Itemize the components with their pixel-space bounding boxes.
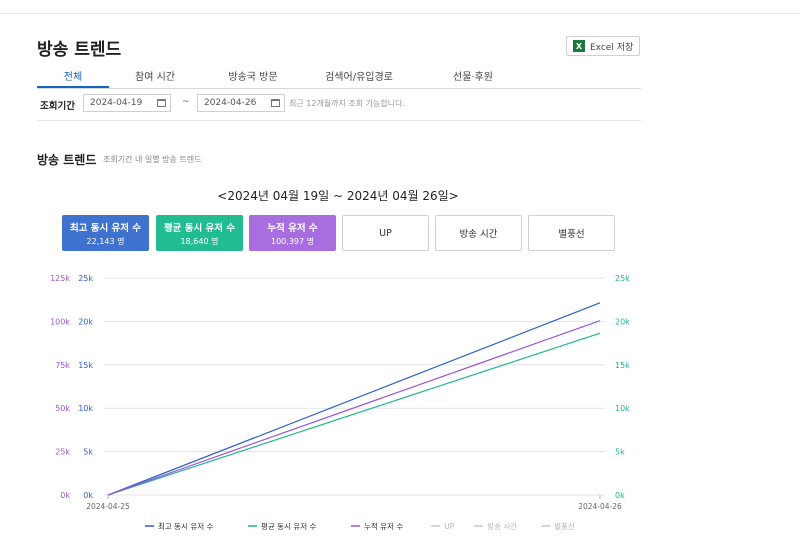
legend-label-inactive: 별풍선 [554,521,575,531]
period-label: 조회기간 [40,101,75,112]
series-line [107,302,601,496]
metric-button-broadcast-time[interactable]: 방송 시간 [435,215,522,251]
y-tick-label-right: 15k [615,361,630,370]
date-range-heading: <2024년 04월 19일 ~ 2024년 04월 26일> [217,189,459,203]
y-tick-label-left-inner: 20k [78,317,93,326]
metric-button-total-users[interactable]: 누적 유저 수 100,397 명 [249,215,336,251]
top-bar [0,0,800,14]
page-title: 방송 트렌드 [37,40,122,60]
y-tick-label-right: 20k [615,317,630,326]
legend-label: 최고 동시 유저 수 [158,521,214,531]
y-tick-label-left-outer: 125k [50,274,70,283]
end-date-value: 2024-04-26 [204,98,257,108]
tab-gift-support[interactable]: 선물·후원 [437,68,509,83]
metric-label: 최고 동시 유저 수 [69,222,142,234]
metric-button-avg-users[interactable]: 평균 동시 유저 수 18,640 명 [156,215,243,251]
y-tick-label-left-outer: 25k [55,448,70,457]
metric-value: 100,397 명 [271,236,314,246]
excel-save-button[interactable]: X Excel 저장 [566,36,640,56]
metric-label: UP [379,227,392,239]
metric-button-peak-users[interactable]: 최고 동시 유저 수 22,143 명 [62,215,149,251]
date-filter: 조회기간 2024-04-19 ~ 2024-04-26 최근 12개월까지 조… [37,90,641,121]
y-tick-label-right: 0k [615,491,625,500]
series-line [107,320,601,496]
y-tick-label-left-inner: 0k [83,491,93,500]
legend-label-inactive: UP [444,522,454,531]
legend-label: 평균 동시 유저 수 [261,521,317,531]
metric-button-star-balloon[interactable]: 별풍선 [528,215,615,251]
y-tick-label-left-outer: 100k [50,317,70,326]
end-date-input[interactable]: 2024-04-26 [197,94,285,112]
tab-search-referral[interactable]: 검색어/유입경로 [319,68,399,83]
metric-label: 방송 시간 [459,229,498,240]
start-date-input[interactable]: 2024-04-19 [83,94,171,112]
metric-button-up[interactable]: UP [342,215,429,251]
section-subtitle: 조회기간 내 일별 방송 트렌드 [103,155,202,164]
legend-label: 누적 유저 수 [364,521,403,531]
y-tick-label-right: 5k [615,448,625,457]
metric-label: 별풍선 [558,229,585,240]
y-tick-label-left-outer: 75k [55,361,70,370]
y-tick-label-left-outer: 0k [60,491,70,500]
y-tick-label-left-inner: 10k [78,404,93,413]
metric-value: 18,640 명 [180,236,219,246]
tab-participation-time[interactable]: 참여 시간 [119,68,191,83]
metric-label: 평균 동시 유저 수 [163,222,236,234]
excel-icon: X [573,40,585,52]
active-tab-indicator [37,86,109,88]
y-tick-label-left-inner: 15k [78,361,93,370]
tab-all[interactable]: 전체 [37,68,109,83]
metric-label: 누적 유저 수 [267,222,318,234]
section-title: 방송 트렌드 [37,153,97,167]
metric-value: 22,143 명 [86,236,125,246]
calendar-icon[interactable] [271,99,280,107]
legend-label-inactive: 방송 시간 [487,521,517,531]
y-tick-label-left-inner: 25k [78,274,93,283]
y-tick-label-right: 10k [615,404,630,413]
date-separator: ~ [182,97,190,107]
y-tick-label-right: 25k [615,274,630,283]
x-tick-label: 2024-04-26 [578,502,622,511]
calendar-icon[interactable] [157,99,166,107]
excel-save-label: Excel 저장 [590,42,634,53]
x-tick-label: 2024-04-25 [86,502,130,511]
tab-bar: 전체 참여 시간 방송국 방문 검색어/유입경로 선물·후원 [37,64,641,89]
y-tick-label-left-outer: 50k [55,404,70,413]
start-date-value: 2024-04-19 [90,98,143,108]
y-tick-label-left-inner: 5k [83,448,93,457]
tab-station-visit[interactable]: 방송국 방문 [217,68,289,83]
series-line [107,332,601,496]
period-note: 최근 12개월까지 조회 가능합니다. [289,99,406,108]
